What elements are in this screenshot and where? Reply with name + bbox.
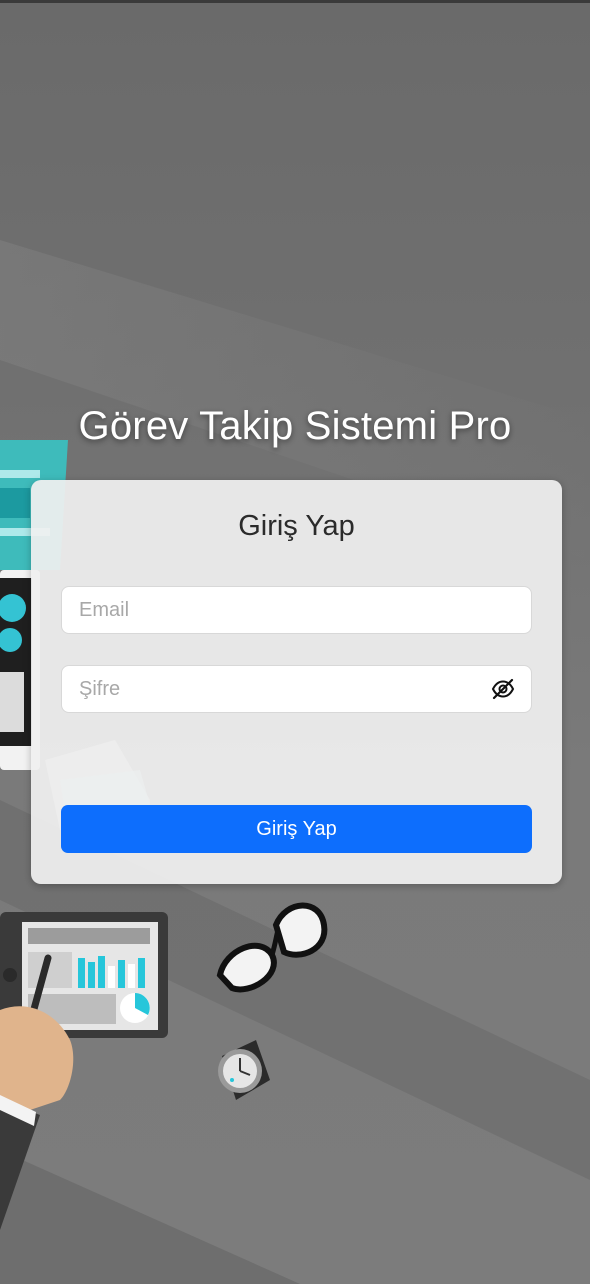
email-field-container [61,586,532,634]
app-title: Görev Takip Sistemi Pro [78,404,512,448]
email-input[interactable] [62,587,479,633]
watch-graphic [218,1040,270,1100]
login-heading: Giriş Yap [238,510,355,542]
login-card: Giriş Yap Giriş Yap [31,480,562,884]
password-field-container [61,665,532,713]
eye-slash-icon[interactable] [491,678,515,700]
password-input[interactable] [62,666,479,712]
login-submit-button[interactable]: Giriş Yap [61,805,532,853]
